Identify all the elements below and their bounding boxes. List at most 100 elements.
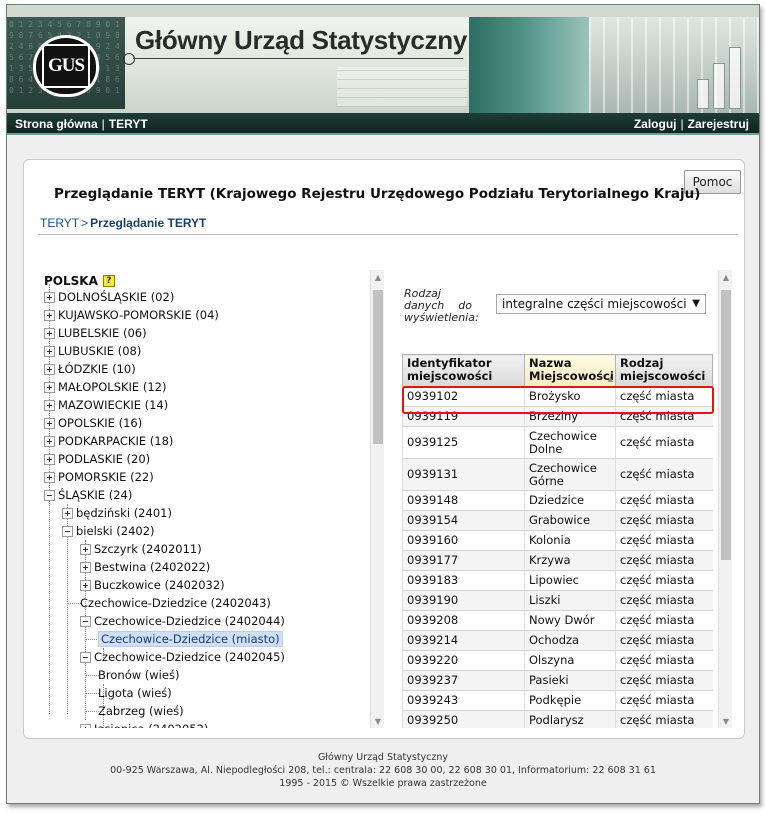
tree-node-label[interactable]: Bestwina (2402022) bbox=[94, 560, 210, 574]
expand-icon[interactable] bbox=[80, 579, 91, 591]
nav-register-link[interactable]: Zarejestruj bbox=[688, 117, 749, 131]
tree-node[interactable]: Szczyrk (2402011) bbox=[80, 540, 202, 558]
tree-node-label[interactable]: Czechowice-Dziedzice (2402043) bbox=[80, 596, 271, 610]
expand-icon[interactable] bbox=[44, 417, 55, 429]
data-type-select[interactable]: integralne części miejscowości ▼ bbox=[496, 294, 706, 314]
tree-node-label[interactable]: LUBELSKIE (06) bbox=[58, 326, 147, 340]
table-row[interactable]: 0939214 Ochodza część miasta bbox=[402, 630, 713, 651]
tree-node-label[interactable]: Szczyrk (2402011) bbox=[94, 542, 202, 556]
tree-node[interactable]: Czechowice-Dziedzice (2402044) bbox=[80, 612, 285, 630]
tree-node[interactable]: Ligota (wieś) bbox=[98, 684, 172, 702]
tree-node[interactable]: Czechowice-Dziedzice (miasto) bbox=[98, 630, 283, 648]
expand-icon[interactable] bbox=[44, 327, 55, 339]
table-row[interactable]: 0939177 Krzywa część miasta bbox=[402, 550, 713, 571]
table-row[interactable]: 0939125 Czechowice Dolne część miasta bbox=[402, 426, 713, 459]
tree-node[interactable]: KUJAWSKO-POMORSKIE (04) bbox=[44, 306, 219, 324]
table-row[interactable]: 0939237 Pasieki część miasta bbox=[402, 670, 713, 691]
tree-node[interactable]: MAZOWIECKIE (14) bbox=[44, 396, 168, 414]
tree-node[interactable]: MAŁOPOLSKIE (12) bbox=[44, 378, 166, 396]
tree-node[interactable]: ŁÓDZKIE (10) bbox=[44, 360, 136, 378]
tree-node[interactable]: Bestwina (2402022) bbox=[80, 558, 210, 576]
collapse-icon[interactable] bbox=[44, 489, 55, 501]
nav-teryt-link[interactable]: TERYT bbox=[109, 117, 148, 131]
scroll-down-arrow-icon[interactable]: ▼ bbox=[371, 714, 385, 728]
collapse-icon[interactable] bbox=[80, 615, 91, 627]
table-row[interactable]: 0939250 Podlarysz część miasta bbox=[402, 710, 713, 728]
tree-node-label[interactable]: MAŁOPOLSKIE (12) bbox=[58, 380, 166, 394]
tree-node-label[interactable]: MAZOWIECKIE (14) bbox=[58, 398, 168, 412]
tree-node-label[interactable]: bielski (2402) bbox=[76, 524, 155, 538]
column-header-id[interactable]: Identyfikator miejscowości bbox=[402, 354, 525, 387]
expand-icon[interactable] bbox=[62, 507, 73, 519]
tree-node[interactable]: OPOLSKIE (16) bbox=[44, 414, 142, 432]
tree-scrollbar[interactable]: ▲ ▼ bbox=[370, 270, 384, 728]
tree-node-label[interactable]: będziński (2401) bbox=[76, 506, 172, 520]
tree-node-label[interactable]: OPOLSKIE (16) bbox=[58, 416, 142, 430]
expand-icon[interactable] bbox=[44, 381, 55, 393]
column-header-type[interactable]: Rodzaj miejscowości bbox=[615, 354, 713, 387]
expand-icon[interactable] bbox=[44, 309, 55, 321]
tree-node[interactable]: DOLNOŚLĄSKIE (02) bbox=[44, 288, 174, 306]
tree-node[interactable]: będziński (2401) bbox=[62, 504, 172, 522]
collapse-icon[interactable] bbox=[80, 651, 91, 663]
tree-node[interactable]: Jasienica (2402052) bbox=[80, 720, 208, 728]
tree-node-label[interactable]: Czechowice-Dziedzice (2402045) bbox=[94, 650, 285, 664]
tree-node[interactable]: bielski (2402) bbox=[62, 522, 155, 540]
nav-login-link[interactable]: Zaloguj bbox=[634, 117, 677, 131]
expand-icon[interactable] bbox=[44, 363, 55, 375]
scrollbar-thumb[interactable] bbox=[373, 290, 383, 444]
nav-home-link[interactable]: Strona główna bbox=[15, 117, 98, 131]
tree-node-label[interactable]: Jasienica (2402052) bbox=[94, 722, 208, 728]
tree-node-label[interactable]: PODLASKIE (20) bbox=[58, 452, 150, 466]
tree-node-label[interactable]: Bronów (wieś) bbox=[98, 668, 179, 682]
tree-node-label[interactable]: ŚLĄSKIE (24) bbox=[58, 488, 132, 502]
table-row[interactable]: 0939220 Olszyna część miasta bbox=[402, 650, 713, 671]
scrollbar-thumb[interactable] bbox=[721, 290, 731, 560]
tree-node-label[interactable]: Ligota (wieś) bbox=[98, 686, 172, 700]
expand-icon[interactable] bbox=[44, 471, 55, 483]
tree-node[interactable]: ŚLĄSKIE (24) bbox=[44, 486, 132, 504]
tree-node[interactable]: LUBELSKIE (06) bbox=[44, 324, 147, 342]
tree-node[interactable]: POMORSKIE (22) bbox=[44, 468, 154, 486]
expand-icon[interactable] bbox=[80, 543, 91, 555]
tree-node[interactable]: Zabrzeg (wieś) bbox=[98, 702, 184, 720]
table-row[interactable]: 0939131 Czechowice Górne część miasta bbox=[402, 458, 713, 491]
table-row[interactable]: 0939102 Brożysko część miasta bbox=[402, 386, 713, 407]
tree-node[interactable]: LUBUSKIE (08) bbox=[44, 342, 141, 360]
collapse-icon[interactable] bbox=[62, 525, 73, 537]
table-row[interactable]: 0939208 Nowy Dwór część miasta bbox=[402, 610, 713, 631]
tree-node-label[interactable]: Zabrzeg (wieś) bbox=[98, 704, 184, 718]
results-scrollbar[interactable]: ▲ ▼ bbox=[718, 270, 732, 728]
scroll-down-arrow-icon[interactable]: ▼ bbox=[719, 714, 733, 728]
tree-node-label[interactable]: KUJAWSKO-POMORSKIE (04) bbox=[58, 308, 219, 322]
scroll-up-arrow-icon[interactable]: ▲ bbox=[371, 270, 385, 284]
tree-node-label[interactable]: ŁÓDZKIE (10) bbox=[58, 362, 136, 376]
table-row[interactable]: 0939243 Podkępie część miasta bbox=[402, 690, 713, 711]
expand-icon[interactable] bbox=[44, 435, 55, 447]
tree-root[interactable]: POLSKA ? bbox=[44, 274, 115, 288]
tree-root-label[interactable]: POLSKA bbox=[44, 274, 98, 288]
table-row[interactable]: 0939190 Liszki część miasta bbox=[402, 590, 713, 611]
table-row[interactable]: 0939183 Lipowiec część miasta bbox=[402, 570, 713, 591]
tree-node[interactable]: PODKARPACKIE (18) bbox=[44, 432, 173, 450]
expand-icon[interactable] bbox=[44, 399, 55, 411]
table-row[interactable]: 0939160 Kolonia część miasta bbox=[402, 530, 713, 551]
tree-node-label[interactable]: Czechowice-Dziedzice (2402044) bbox=[94, 614, 285, 628]
tree-node[interactable]: Buczkowice (2402032) bbox=[80, 576, 225, 594]
help-icon[interactable]: ? bbox=[102, 275, 115, 287]
table-row[interactable]: 0939148 Dziedzice część miasta bbox=[402, 490, 713, 511]
scroll-up-arrow-icon[interactable]: ▲ bbox=[719, 270, 733, 284]
breadcrumb-teryt-link[interactable]: TERYT bbox=[40, 216, 79, 230]
expand-icon[interactable] bbox=[44, 291, 55, 303]
tree-node[interactable]: Bronów (wieś) bbox=[98, 666, 179, 684]
tree-node-label[interactable]: LUBUSKIE (08) bbox=[58, 344, 141, 358]
tree-node-label[interactable]: DOLNOŚLĄSKIE (02) bbox=[58, 290, 174, 304]
column-header-name[interactable]: Nazwa Miejscowości ▲ bbox=[524, 354, 616, 387]
expand-icon[interactable] bbox=[80, 723, 91, 728]
tree-node-label[interactable]: Czechowice-Dziedzice (miasto) bbox=[98, 631, 283, 647]
gus-logo[interactable]: GUS bbox=[33, 35, 99, 97]
tree-node[interactable]: PODLASKIE (20) bbox=[44, 450, 150, 468]
dropdown-arrow-icon[interactable]: ▼ bbox=[692, 298, 700, 309]
tree-node-label[interactable]: POMORSKIE (22) bbox=[58, 470, 154, 484]
tree-node-label[interactable]: PODKARPACKIE (18) bbox=[58, 434, 173, 448]
